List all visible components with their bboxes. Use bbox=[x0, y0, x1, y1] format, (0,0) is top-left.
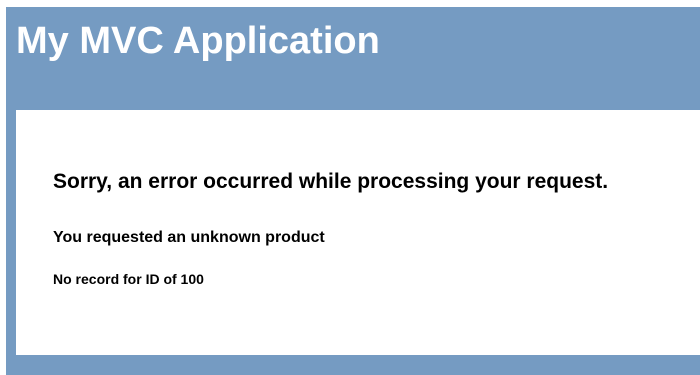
error-subheading: You requested an unknown product bbox=[53, 229, 325, 246]
page-container: My MVC Application Sorry, an error occur… bbox=[6, 7, 700, 375]
error-detail: No record for ID of 100 bbox=[53, 271, 204, 287]
error-heading: Sorry, an error occurred while processin… bbox=[53, 170, 609, 193]
app-title: My MVC Application bbox=[16, 20, 380, 62]
main-content: Sorry, an error occurred while processin… bbox=[16, 110, 700, 355]
